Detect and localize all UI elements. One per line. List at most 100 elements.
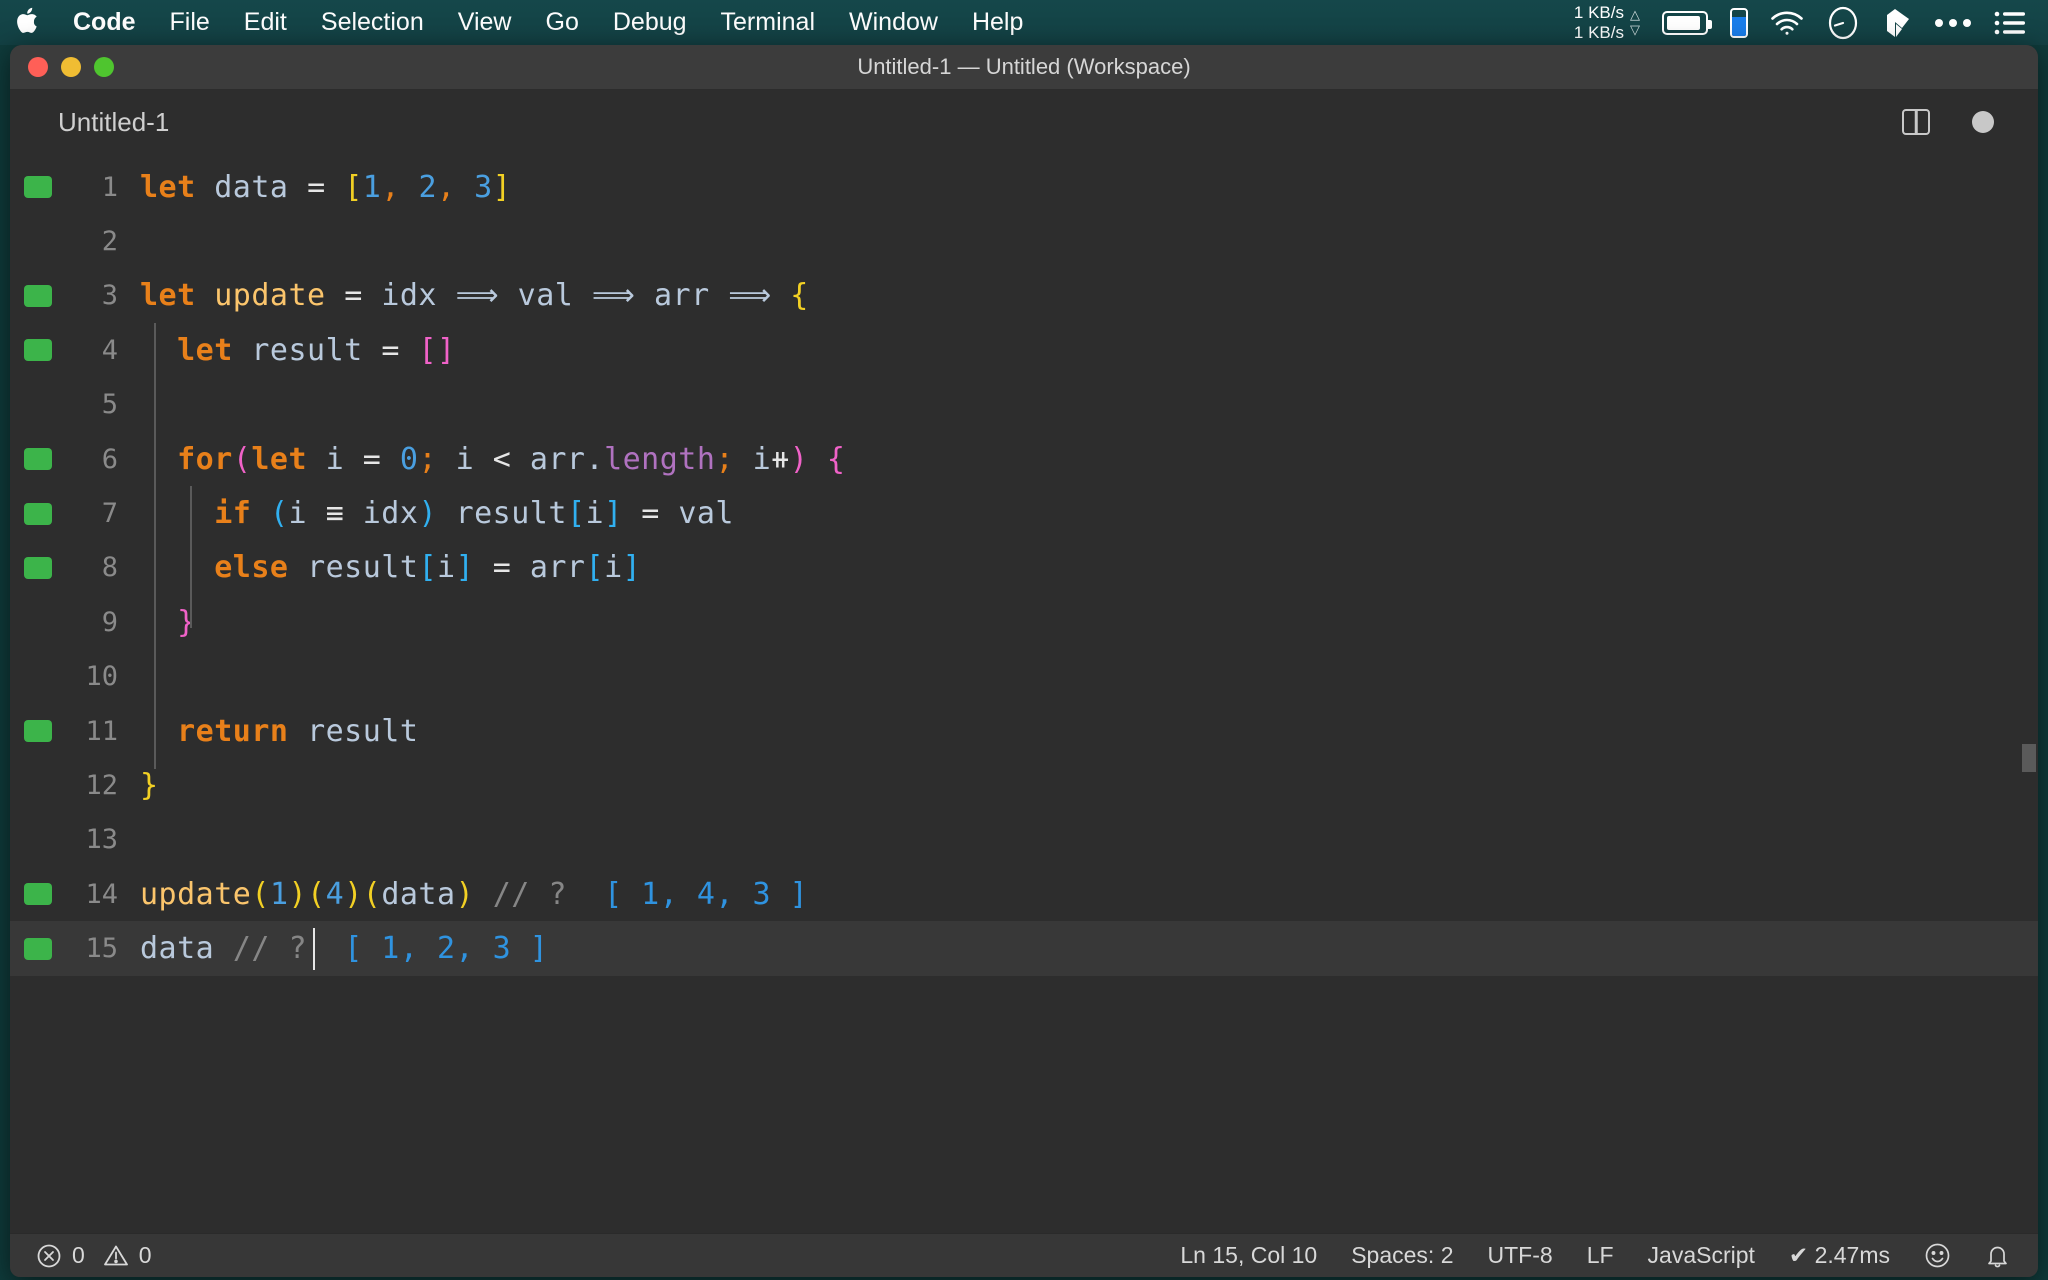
menu-item-go[interactable]: Go: [529, 0, 596, 45]
code-line[interactable]: 8 else result[i] = arr[i]: [10, 541, 2038, 595]
code-token: ): [344, 876, 363, 912]
menu-item-window[interactable]: Window: [832, 0, 955, 45]
dropbox-icon[interactable]: [1882, 7, 1912, 39]
code-token: ,: [381, 169, 400, 205]
window-title-bar: Untitled-1 — Untitled (Workspace): [10, 45, 2038, 90]
code-token: data: [214, 169, 289, 205]
line-number: 13: [85, 824, 118, 856]
battery-icon[interactable]: [1662, 10, 1712, 35]
code-token: arr: [529, 441, 586, 477]
code-line[interactable]: 11 return result: [10, 704, 2038, 758]
code-token: ]: [604, 496, 623, 532]
line-content: else result[i] = arr[i]: [140, 550, 641, 585]
menu-bar-status-items: 1 KB/s 1 KB/s △ ▽: [1574, 0, 2048, 45]
bell-icon[interactable]: [1985, 1242, 2010, 1269]
split-editor-icon[interactable]: [1902, 109, 1930, 135]
code-token: [ 1, 4, 3 ]: [604, 876, 809, 912]
code-token: 1: [269, 876, 289, 912]
menu-item-help[interactable]: Help: [955, 0, 1040, 45]
indentation-setting[interactable]: Spaces: 2: [1351, 1242, 1453, 1269]
warning-triangle-icon[interactable]: [103, 1243, 129, 1269]
menu-item-terminal[interactable]: Terminal: [704, 0, 832, 45]
line-number: 12: [85, 769, 118, 801]
code-line[interactable]: 5: [10, 378, 2038, 432]
wifi-icon[interactable]: [1770, 10, 1804, 36]
code-token: {: [790, 278, 809, 314]
code-line[interactable]: 3 let update = idx ⟹ val ⟹ arr ⟹ {: [10, 269, 2038, 323]
code-token: // ?: [232, 931, 308, 967]
code-token: ): [789, 441, 809, 477]
speedometer-icon[interactable]: [1826, 6, 1860, 40]
code-token: i: [288, 496, 308, 532]
line-content: if (i ≡ idx) result[i] = val: [140, 496, 734, 531]
menu-item-edit[interactable]: Edit: [227, 0, 304, 45]
code-token: (: [251, 876, 270, 912]
code-token: (: [232, 441, 252, 477]
code-token: 4: [325, 876, 345, 912]
code-token: ⟹: [728, 278, 772, 314]
maximize-button[interactable]: [94, 57, 114, 77]
run-status[interactable]: ✔ 2.47ms: [1789, 1242, 1890, 1269]
network-speed-indicator[interactable]: 1 KB/s 1 KB/s △ ▽: [1574, 3, 1640, 42]
phone-battery-icon[interactable]: [1730, 7, 1748, 38]
status-bar: 0 0 Ln 15, Col 10 Spaces: 2 UTF-8 LF Jav…: [10, 1233, 2038, 1277]
menu-item-code[interactable]: Code: [56, 0, 153, 45]
encoding-setting[interactable]: UTF-8: [1488, 1242, 1553, 1269]
coverage-indicator: [24, 883, 52, 906]
code-token: ⧺: [771, 441, 790, 477]
code-line[interactable]: 2: [10, 214, 2038, 268]
apple-logo-icon[interactable]: [0, 5, 56, 40]
code-line[interactable]: 14 update(1)(4)(data) // ? [ 1, 4, 3 ]: [10, 867, 2038, 921]
tab-untitled-1[interactable]: Untitled-1: [10, 90, 204, 154]
status-bar-left: 0 0: [10, 1242, 152, 1269]
minimize-button[interactable]: [61, 57, 81, 77]
code-line[interactable]: 4 let result = []: [10, 323, 2038, 377]
menu-item-view[interactable]: View: [441, 0, 529, 45]
error-count[interactable]: 0: [72, 1242, 85, 1269]
menu-item-selection[interactable]: Selection: [304, 0, 441, 45]
code-line[interactable]: 7 if (i ≡ idx) result[i] = val: [10, 486, 2038, 540]
code-token: [ 1, 2, 3 ]: [344, 931, 549, 967]
editor-scrollbar-thumb[interactable]: [2022, 744, 2036, 772]
unsaved-dot-icon[interactable]: [1972, 111, 1994, 133]
code-editor[interactable]: 1 let data = [1, 2, 3] 2 3 let update = idx …: [10, 154, 2038, 1233]
ellipsis-icon[interactable]: [1934, 17, 1972, 29]
code-token: ): [455, 876, 475, 912]
language-mode[interactable]: JavaScript: [1648, 1242, 1755, 1269]
warning-count[interactable]: 0: [139, 1242, 152, 1269]
code-token: {: [826, 441, 846, 477]
code-token: i: [325, 441, 345, 477]
menu-item-file[interactable]: File: [153, 0, 227, 45]
code-line[interactable]: 13: [10, 813, 2038, 867]
text-caret: [313, 927, 316, 970]
code-line[interactable]: 10: [10, 650, 2038, 704]
code-line[interactable]: 9 }: [10, 595, 2038, 649]
smiley-icon[interactable]: [1924, 1242, 1951, 1269]
error-circle-icon[interactable]: [36, 1243, 62, 1269]
code-token: i: [604, 550, 623, 586]
list-menu-icon[interactable]: [1994, 10, 2026, 36]
code-line[interactable]: 6 for(let i = 0; i < arr.length; i⧺) {: [10, 432, 2038, 486]
line-number: 2: [101, 226, 118, 258]
cursor-position[interactable]: Ln 15, Col 10: [1180, 1242, 1317, 1269]
code-token: result: [307, 713, 419, 749]
code-token: i: [455, 441, 475, 477]
code-token: result: [455, 496, 567, 532]
code-token: let: [177, 332, 233, 368]
eol-setting[interactable]: LF: [1587, 1242, 1614, 1269]
menu-item-debug[interactable]: Debug: [596, 0, 704, 45]
close-button[interactable]: [28, 57, 48, 77]
code-line[interactable]: 12}: [10, 758, 2038, 812]
code-line[interactable]: 1 let data = [1, 2, 3]: [10, 160, 2038, 214]
